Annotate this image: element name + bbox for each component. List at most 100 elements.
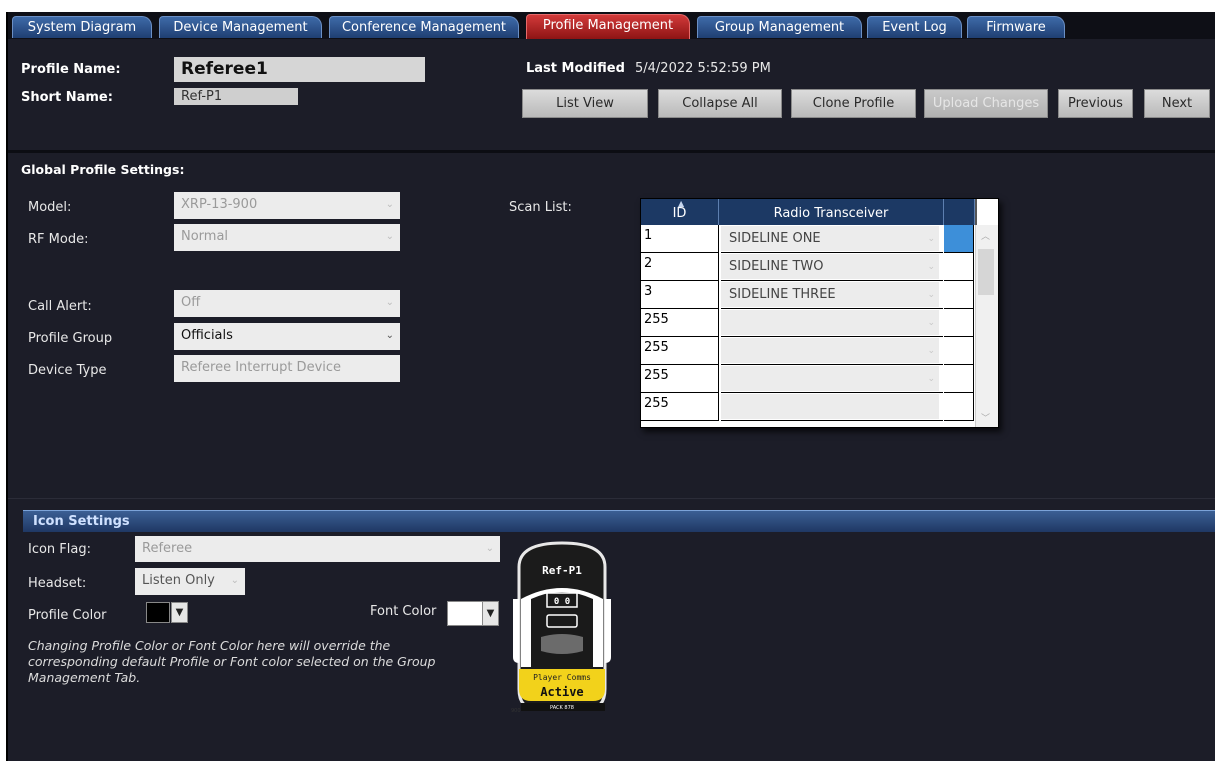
table-row-id[interactable]: 1: [641, 225, 719, 253]
table-row-transceiver[interactable]: ⌄: [721, 365, 943, 393]
profile-name-label: Profile Name:: [21, 62, 121, 77]
upload-changes-button[interactable]: Upload Changes: [924, 89, 1048, 118]
icon-settings-header: Icon Settings: [23, 510, 1215, 532]
profile-group-label: Profile Group: [28, 331, 113, 346]
call-alert-label: Call Alert:: [28, 299, 92, 314]
tab-conference-management[interactable]: Conference Management: [329, 16, 519, 38]
chevron-down-icon: ⌄: [385, 199, 394, 210]
chevron-down-icon: ⌄: [385, 231, 394, 242]
table-row-id[interactable]: 255: [641, 393, 719, 421]
device-type-field: Referee Interrupt Device: [174, 355, 400, 382]
collapse-all-button[interactable]: Collapse All: [658, 89, 782, 118]
table-row-id[interactable]: 2: [641, 253, 719, 281]
device-speaker: [541, 634, 583, 654]
tab-event-log[interactable]: Event Log: [867, 16, 962, 38]
row-selector: [944, 253, 974, 281]
scroll-down-icon[interactable]: ﹀: [981, 411, 990, 424]
font-color-label: Font Color: [370, 604, 437, 619]
icon-footer-left: 900: [511, 708, 521, 713]
previous-button[interactable]: Previous: [1058, 89, 1133, 118]
font-color-swatch[interactable]: [447, 601, 483, 626]
row-selector: [944, 365, 974, 393]
call-alert-select[interactable]: Off ⌄: [174, 290, 400, 317]
sort-ascending-icon: ▲: [678, 199, 685, 208]
chevron-down-icon: ⌄: [230, 575, 239, 586]
icon-status-line2: Active: [540, 685, 583, 699]
row-selector: [944, 309, 974, 337]
column-header-radio-transceiver[interactable]: Radio Transceiver: [719, 199, 944, 225]
icon-display: 0 0: [554, 597, 570, 607]
table-row-transceiver[interactable]: SIDELINE ONE ⌄: [721, 225, 943, 253]
table-row-transceiver[interactable]: ⌄: [721, 337, 943, 365]
call-alert-value: Off: [181, 295, 201, 310]
chevron-down-icon: ⌄: [927, 290, 935, 300]
chevron-down-icon: ⌄: [927, 346, 935, 356]
chevron-down-icon: ⌄: [385, 330, 394, 341]
short-name-label: Short Name:: [21, 90, 113, 105]
list-view-button[interactable]: List View: [522, 89, 648, 118]
transceiver-value: SIDELINE ONE: [729, 231, 821, 246]
scan-list-scrollbar[interactable]: ︿ ﹀: [975, 225, 998, 427]
headset-select[interactable]: Listen Only ⌄: [135, 568, 245, 595]
model-value: XRP-13-900: [181, 197, 258, 212]
next-button[interactable]: Next: [1144, 89, 1210, 118]
column-header-id[interactable]: ▲ ID: [641, 199, 719, 225]
model-select[interactable]: XRP-13-900 ⌄: [174, 192, 400, 219]
icon-flag-select[interactable]: Referee ⌄: [135, 536, 500, 562]
tab-system-diagram[interactable]: System Diagram: [12, 16, 152, 38]
profile-color-dropdown[interactable]: ▼: [171, 602, 188, 623]
font-color-dropdown[interactable]: ▼: [482, 601, 499, 626]
table-row-id[interactable]: 255: [641, 309, 719, 337]
icon-footer-right: PACK 878: [550, 705, 574, 711]
transceiver-value: SIDELINE TWO: [729, 259, 824, 274]
headset-value: Listen Only: [142, 573, 215, 588]
device-icon-preview: Ref-P1 0 0 Player Comms Active 900 PACK …: [511, 541, 611, 713]
profile-management-window: System Diagram Device Management Confere…: [6, 12, 1215, 761]
model-label: Model:: [28, 200, 72, 215]
table-row-id[interactable]: 255: [641, 337, 719, 365]
table-row-transceiver[interactable]: [721, 393, 943, 421]
table-row-transceiver[interactable]: SIDELINE TWO ⌄: [721, 253, 943, 281]
transceiver-value: SIDELINE THREE: [729, 287, 836, 302]
profile-color-swatch[interactable]: [146, 602, 170, 623]
rf-mode-select[interactable]: Normal ⌄: [174, 224, 400, 251]
chevron-down-icon: ⌄: [927, 374, 935, 384]
last-modified-label: Last Modified: [526, 61, 625, 76]
row-selector: [944, 225, 974, 253]
chevron-down-icon: ▼: [175, 607, 184, 618]
scan-list-grid[interactable]: ▲ ID Radio Transceiver ︿ ﹀ 1 SIDELINE ON…: [640, 198, 999, 428]
chevron-down-icon: ▼: [486, 608, 495, 619]
chevron-down-icon: ⌄: [927, 262, 935, 272]
tab-device-management[interactable]: Device Management: [159, 16, 322, 38]
header-divider: [8, 150, 1215, 153]
profile-group-select[interactable]: Officials ⌄: [174, 323, 400, 350]
table-row-transceiver[interactable]: SIDELINE THREE ⌄: [721, 281, 943, 309]
tab-firmware[interactable]: Firmware: [967, 16, 1065, 38]
table-row-transceiver[interactable]: ⌄: [721, 309, 943, 337]
scroll-up-icon[interactable]: ︿: [981, 229, 990, 242]
scrollbar-thumb[interactable]: [978, 249, 994, 295]
tab-group-management[interactable]: Group Management: [697, 16, 862, 38]
icon-short-name: Ref-P1: [542, 564, 582, 577]
icon-status-line1: Player Comms: [533, 673, 591, 682]
tab-strip: System Diagram Device Management Confere…: [8, 12, 1215, 39]
profile-name-input[interactable]: Referee1: [174, 57, 425, 82]
table-row-id[interactable]: 255: [641, 365, 719, 393]
device-type-label: Device Type: [28, 363, 107, 378]
short-name-input[interactable]: Ref-P1: [174, 88, 298, 105]
row-selector: [944, 281, 974, 309]
chevron-down-icon: ⌄: [927, 234, 935, 244]
clone-profile-button[interactable]: Clone Profile: [791, 89, 916, 118]
rf-mode-value: Normal: [181, 229, 229, 244]
headset-label: Headset:: [28, 576, 87, 591]
global-settings-title: Global Profile Settings:: [21, 162, 185, 177]
icon-settings-divider: [8, 498, 1215, 499]
chevron-down-icon: ⌄: [485, 543, 494, 554]
last-modified-value: 5/4/2022 5:52:59 PM: [635, 61, 771, 76]
column-header-spacer: [944, 199, 975, 225]
table-row-id[interactable]: 3: [641, 281, 719, 309]
tab-profile-management[interactable]: Profile Management: [526, 14, 690, 39]
chevron-down-icon: ⌄: [927, 318, 935, 328]
row-selector: [944, 393, 974, 421]
row-selector: [944, 337, 974, 365]
